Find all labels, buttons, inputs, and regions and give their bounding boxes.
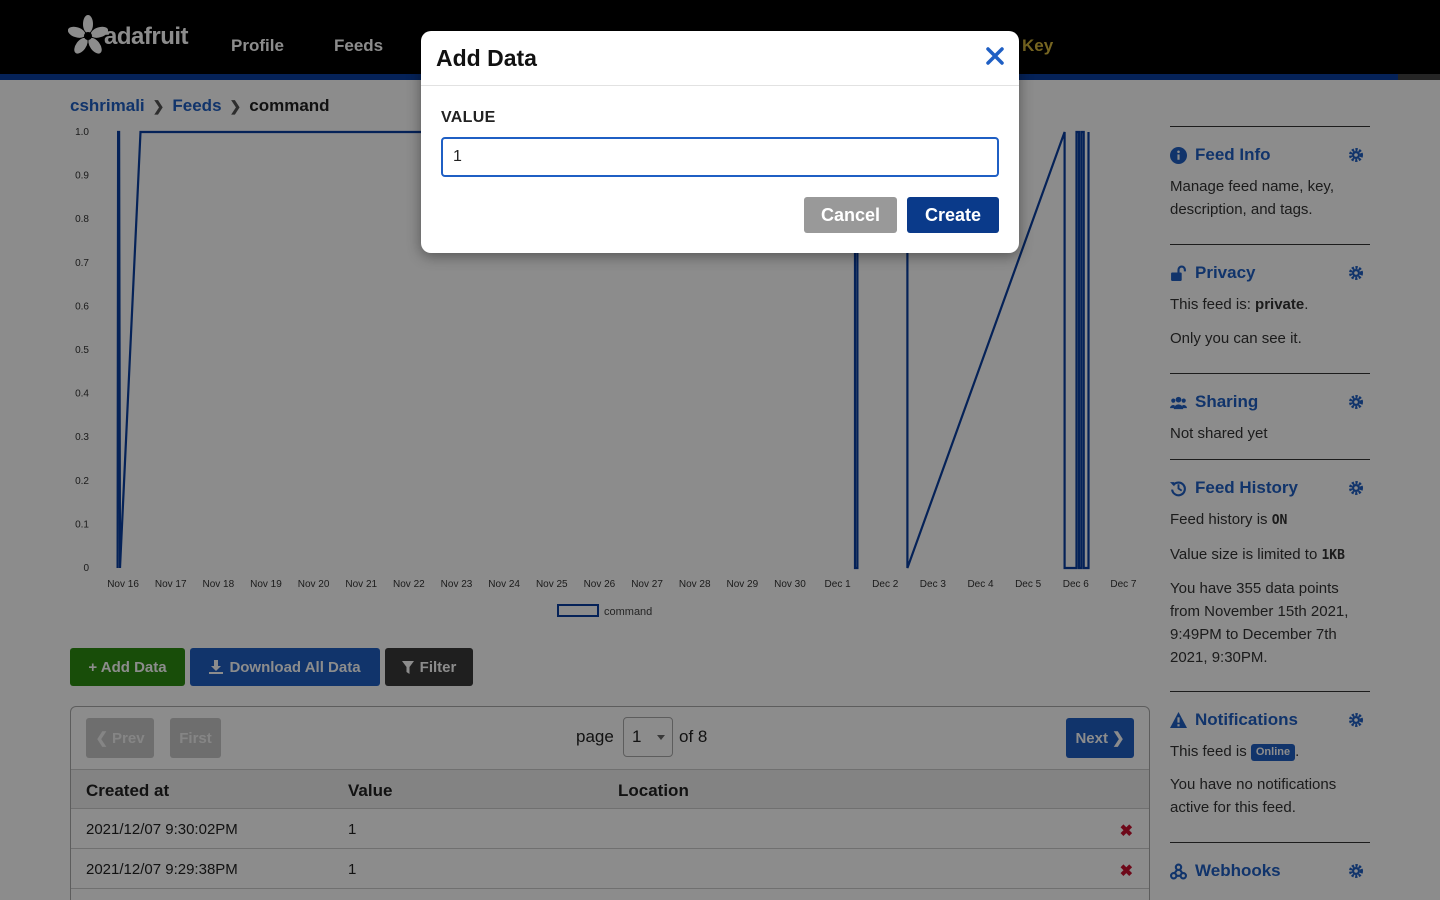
modal-title: Add Data xyxy=(436,45,537,71)
value-field-label: VALUE xyxy=(441,109,496,126)
modal-header: Add Data xyxy=(421,31,1019,86)
add-data-modal: Add Data VALUE Cancel Create xyxy=(421,31,1019,253)
create-button[interactable]: Create xyxy=(907,197,999,233)
cancel-button[interactable]: Cancel xyxy=(804,197,897,233)
value-input[interactable] xyxy=(441,137,999,177)
close-icon[interactable] xyxy=(986,47,1004,70)
